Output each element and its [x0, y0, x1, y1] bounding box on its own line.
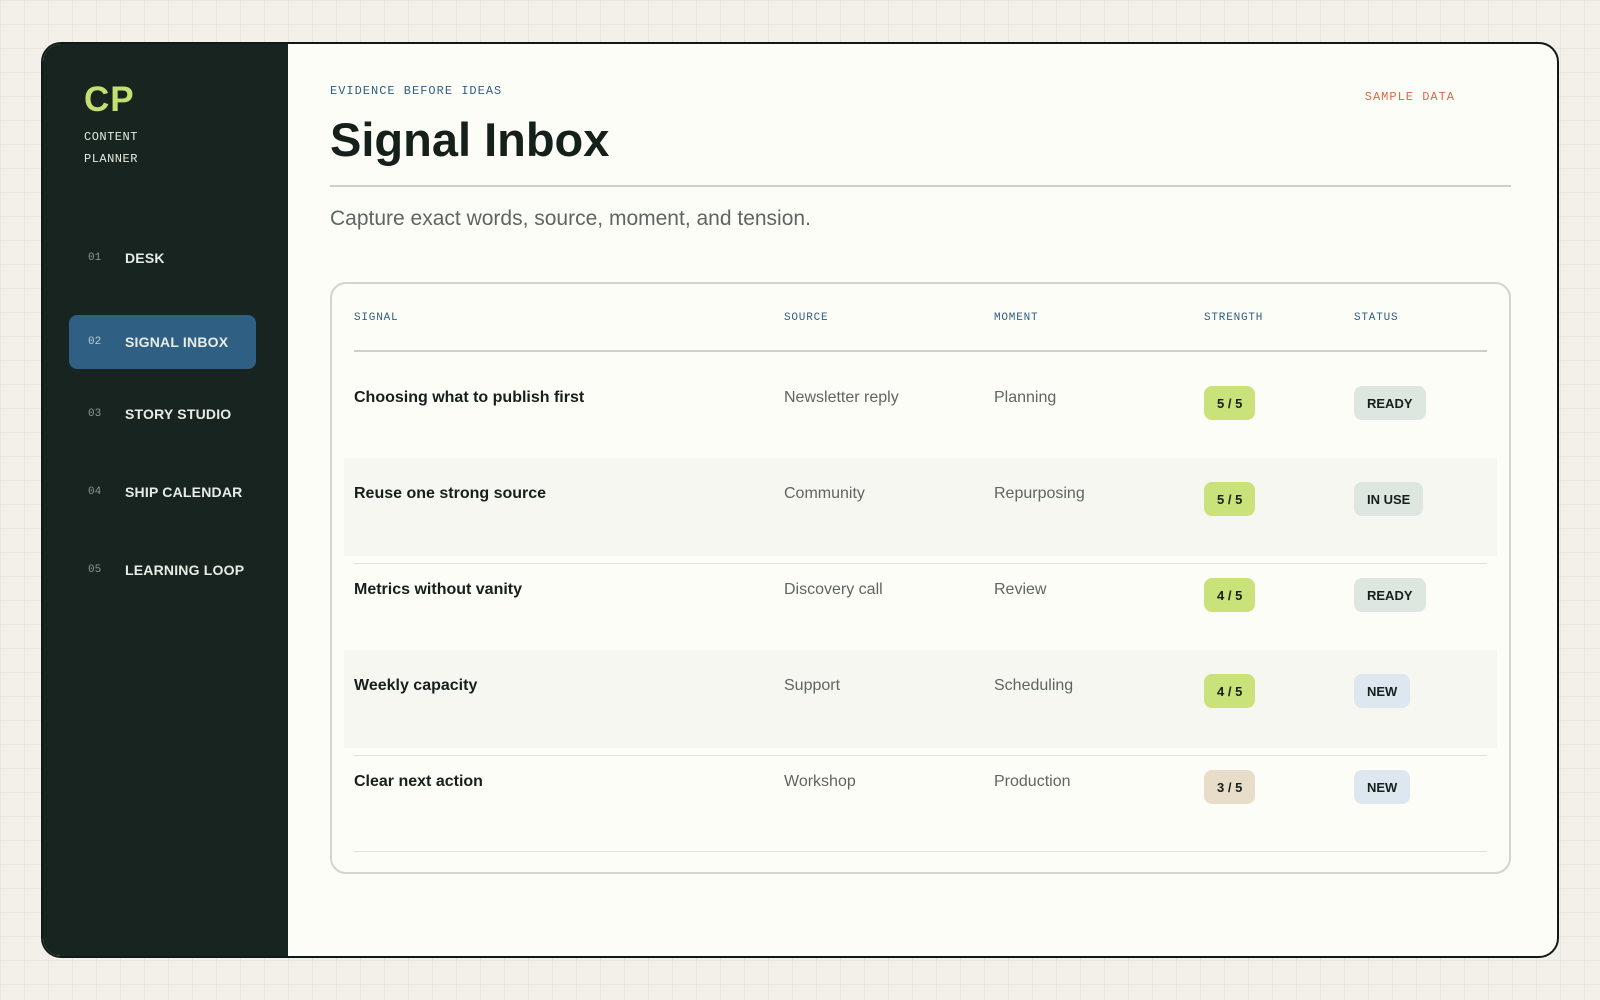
table-header: SIGNAL SOURCE MOMENT STRENGTH STATUS: [354, 284, 1487, 352]
sample-data-badge: SAMPLE DATA: [1364, 90, 1455, 104]
signal-cell: Reuse one strong source: [354, 485, 547, 502]
strength-badge: 4 / 5: [1204, 578, 1256, 612]
strength-badge: 5 / 5: [1204, 482, 1256, 516]
nav-item-number: 03: [88, 408, 102, 420]
status-badge: NEW: [1354, 674, 1411, 708]
signals-table: SIGNAL SOURCE MOMENT STRENGTH STATUS Cho…: [330, 282, 1511, 874]
nav-item-label: STORY STUDIO: [125, 406, 232, 422]
column-header-status[interactable]: STATUS: [1354, 312, 1398, 324]
nav-item-learning-loop[interactable]: 05 LEARNING LOOP: [69, 543, 256, 597]
signal-cell: Weekly capacity: [354, 677, 478, 694]
nav-item-desk[interactable]: 01 DESK: [69, 231, 256, 285]
table-row[interactable]: Reuse one strong source Community Repurp…: [344, 458, 1497, 564]
column-header-strength[interactable]: STRENGTH: [1204, 312, 1263, 324]
nav-item-label: DESK: [125, 250, 165, 266]
column-header-signal[interactable]: SIGNAL: [354, 312, 398, 324]
row-divider: [354, 851, 1487, 852]
moment-cell: Repurposing: [994, 485, 1085, 502]
nav-item-signal-inbox[interactable]: 02 SIGNAL INBOX: [69, 315, 256, 369]
app-window: CP CONTENT PLANNER 01 DESK 02 SIGNAL INB…: [41, 42, 1559, 958]
moment-cell: Scheduling: [994, 677, 1074, 694]
status-badge: NEW: [1354, 770, 1411, 804]
nav-item-ship-calendar[interactable]: 04 SHIP CALENDAR: [69, 465, 256, 519]
signal-cell: Metrics without vanity: [354, 581, 523, 598]
status-badge: READY: [1354, 386, 1426, 420]
page-eyebrow: EVIDENCE BEFORE IDEAS: [330, 84, 503, 98]
strength-badge: 5 / 5: [1204, 386, 1256, 420]
nav-item-number: 02: [88, 336, 102, 348]
moment-cell: Production: [994, 773, 1071, 790]
brand-subtitle: CONTENT PLANNER: [84, 130, 138, 166]
source-cell: Discovery call: [784, 581, 883, 598]
nav-item-label: LEARNING LOOP: [125, 562, 245, 578]
column-header-source[interactable]: SOURCE: [784, 312, 828, 324]
nav-item-number: 05: [88, 564, 102, 576]
nav-item-number: 01: [88, 252, 102, 264]
page-subtitle: Capture exact words, source, moment, and…: [330, 207, 811, 230]
moment-cell: Planning: [994, 389, 1057, 406]
strength-badge: 4 / 5: [1204, 674, 1256, 708]
source-cell: Newsletter reply: [784, 389, 899, 406]
table-row[interactable]: Weekly capacity Support Scheduling 4 / 5…: [344, 650, 1497, 756]
signal-cell: Clear next action: [354, 773, 483, 790]
nav-item-story-studio[interactable]: 03 STORY STUDIO: [69, 387, 256, 441]
signal-cell: Choosing what to publish first: [354, 389, 585, 406]
table-row[interactable]: Clear next action Workshop Production 3 …: [344, 746, 1497, 852]
page-title: Signal Inbox: [330, 113, 610, 166]
table-row[interactable]: Choosing what to publish first Newslette…: [344, 362, 1497, 468]
nav-item-label: SHIP CALENDAR: [125, 484, 243, 500]
title-divider: [330, 185, 1511, 187]
source-cell: Support: [784, 677, 841, 694]
source-cell: Workshop: [784, 773, 856, 790]
status-badge: IN USE: [1354, 482, 1424, 516]
nav-item-number: 04: [88, 486, 102, 498]
sidebar: CP CONTENT PLANNER 01 DESK 02 SIGNAL INB…: [43, 44, 288, 956]
brand-logo: CP: [84, 80, 135, 119]
moment-cell: Review: [994, 581, 1047, 598]
strength-badge: 3 / 5: [1204, 770, 1256, 804]
source-cell: Community: [784, 485, 865, 502]
main-content: EVIDENCE BEFORE IDEAS SAMPLE DATA Signal…: [288, 44, 1557, 956]
column-header-moment[interactable]: MOMENT: [994, 312, 1038, 324]
table-row[interactable]: Metrics without vanity Discovery call Re…: [344, 554, 1497, 660]
status-badge: READY: [1354, 578, 1426, 612]
nav-item-label: SIGNAL INBOX: [125, 334, 229, 350]
